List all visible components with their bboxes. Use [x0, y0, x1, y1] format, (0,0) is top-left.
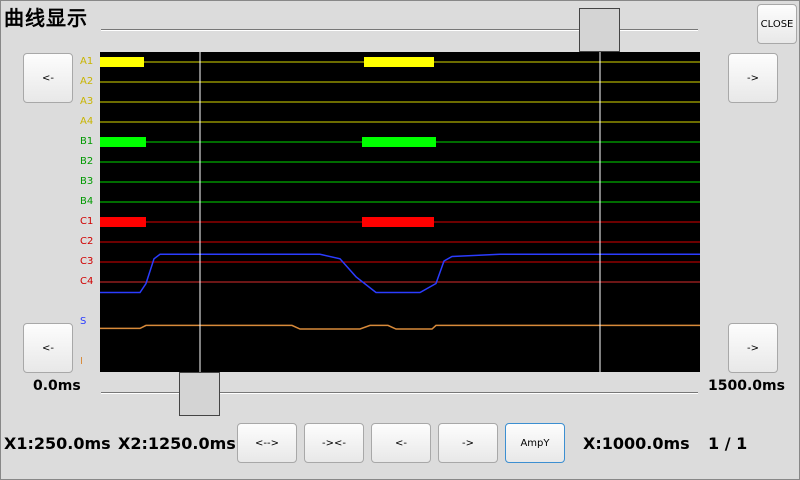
- channel-label-a3: A3: [80, 96, 94, 107]
- expand-button[interactable]: <-->: [237, 423, 297, 463]
- page-indicator: 1 / 1: [708, 434, 748, 453]
- channel-label-c4: C4: [80, 276, 94, 287]
- channel-label-b2: B2: [80, 156, 94, 167]
- channel-label-c1: C1: [80, 216, 94, 227]
- waveform-svg: [100, 52, 700, 372]
- channel-pulse-a1-0: [100, 57, 144, 67]
- channel-pulse-c1-1: [362, 217, 434, 227]
- range-max-label: 1500.0ms: [708, 378, 785, 394]
- step-right-button[interactable]: ->: [438, 423, 498, 463]
- close-button[interactable]: CLOSE: [757, 4, 797, 44]
- scroll-right-bottom-button[interactable]: ->: [728, 323, 778, 373]
- channel-label-c2: C2: [80, 236, 94, 247]
- series-line-i: [100, 324, 700, 330]
- channel-label-a2: A2: [80, 76, 94, 87]
- scroll-right-top-button[interactable]: ->: [728, 53, 778, 103]
- channel-pulse-b1-1: [362, 137, 436, 147]
- channel-label-a4: A4: [80, 116, 94, 127]
- channel-label-i: I: [80, 356, 83, 367]
- channel-label-c3: C3: [80, 256, 94, 267]
- cursor-x-readout: X:1000.0ms: [583, 434, 690, 453]
- series-line-s: [100, 253, 700, 294]
- channel-label-b3: B3: [80, 176, 94, 187]
- waveform-plot[interactable]: [100, 52, 700, 372]
- range-min-label: 0.0ms: [33, 378, 81, 394]
- cursor-x2-readout: X2:1250.0ms: [118, 434, 236, 453]
- channel-pulse-a1-1: [364, 57, 434, 67]
- channel-label-b4: B4: [80, 196, 94, 207]
- scroll-left-top-button[interactable]: <-: [23, 53, 73, 103]
- shrink-button[interactable]: -><-: [304, 423, 364, 463]
- scroll-left-bottom-button[interactable]: <-: [23, 323, 73, 373]
- bottom-slider-thumb[interactable]: [179, 372, 220, 416]
- channel-label-a1: A1: [80, 56, 94, 67]
- cursor-x1-readout: X1:250.0ms: [4, 434, 111, 453]
- channel-label-b1: B1: [80, 136, 94, 147]
- channel-pulse-c1-0: [100, 217, 146, 227]
- ampy-button[interactable]: AmpY: [505, 423, 565, 463]
- window-title: 曲线显示: [4, 6, 88, 30]
- channel-pulse-b1-0: [100, 137, 146, 147]
- step-left-button[interactable]: <-: [371, 423, 431, 463]
- top-slider-thumb[interactable]: [579, 8, 620, 52]
- channel-label-s: S: [80, 316, 87, 327]
